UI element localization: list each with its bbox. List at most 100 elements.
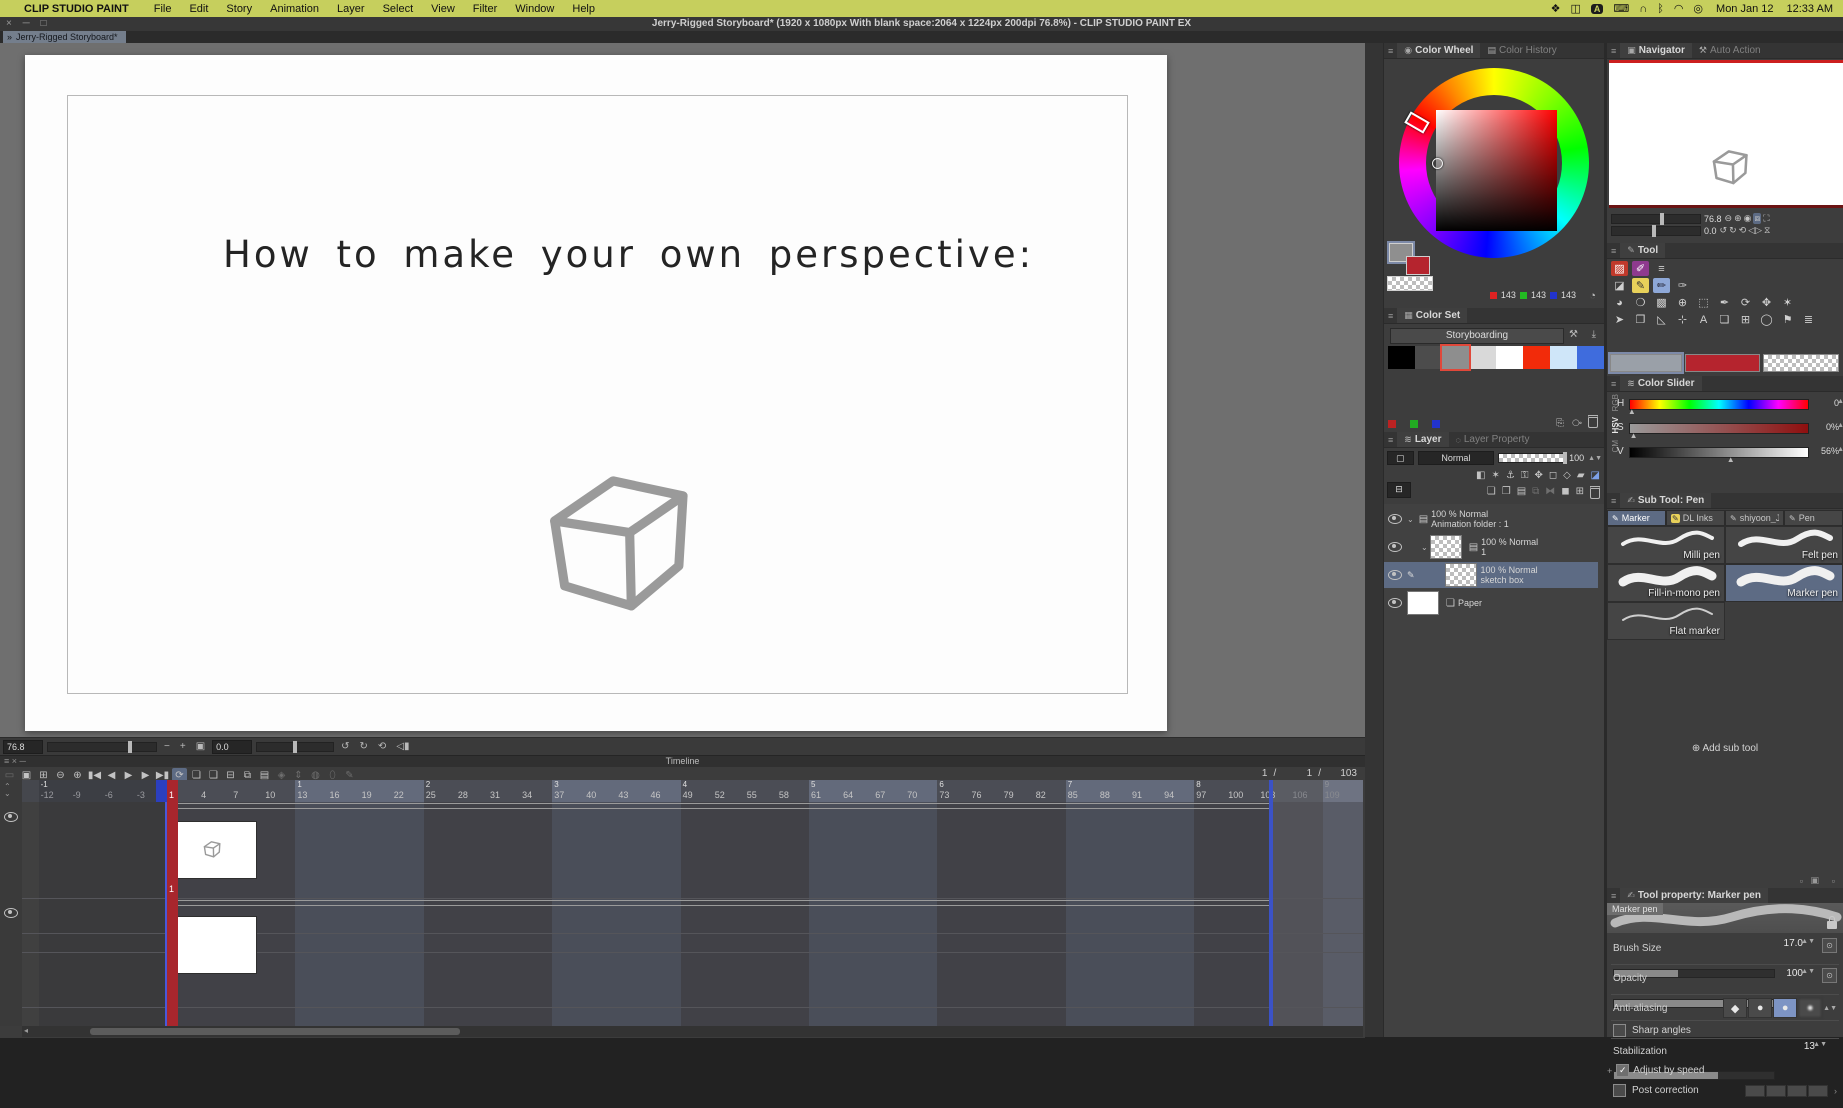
- tab-auto-action[interactable]: ⚒Auto Action: [1692, 43, 1768, 58]
- tool-eraser-icon[interactable]: ◪: [1611, 278, 1628, 293]
- color-set-preset-dropdown[interactable]: Storyboarding: [1390, 328, 1564, 344]
- color-set-edit-icon[interactable]: ⚒: [1569, 329, 1578, 340]
- app-menu-title[interactable]: CLIP STUDIO PAINT: [24, 3, 129, 15]
- delete-layer-icon[interactable]: [1590, 486, 1600, 499]
- fit-to-screen-button[interactable]: ▣: [193, 741, 208, 752]
- post-correction-checkbox[interactable]: [1613, 1084, 1626, 1097]
- slider-stepper[interactable]: ▲▼: [1837, 447, 1843, 452]
- tool-grid-icon[interactable]: ⊞: [1737, 312, 1754, 327]
- playhead[interactable]: [167, 802, 178, 1026]
- tool-menu-icon[interactable]: ≡: [1611, 246, 1616, 256]
- post-correction-expand-icon[interactable]: ›: [1834, 1086, 1837, 1096]
- slider-handle[interactable]: ▲: [1727, 455, 1735, 464]
- tool-flow-icon[interactable]: ⚑: [1779, 312, 1796, 327]
- create-mask-icon[interactable]: ◼: [1561, 486, 1569, 499]
- tool-blend-icon[interactable]: ❍: [1632, 295, 1649, 310]
- opacity-dynamics-icon[interactable]: ⊙: [1822, 968, 1837, 983]
- navigator-rotate-slider[interactable]: [1611, 226, 1701, 236]
- sub-tool-item-marker-pen[interactable]: Marker pen: [1725, 564, 1843, 602]
- rotate-right-button[interactable]: ↻: [357, 741, 371, 752]
- timeline-track-area[interactable]: 1: [22, 802, 1363, 1026]
- tool-speech-icon[interactable]: ◯: [1758, 312, 1775, 327]
- merge-layer-icon[interactable]: ⧓: [1545, 486, 1555, 499]
- layer-palette-color-icon[interactable]: ◪: [1591, 470, 1600, 481]
- tool-foreground-swatch[interactable]: [1610, 354, 1682, 372]
- layer-clip-icon[interactable]: ◻: [1549, 470, 1557, 481]
- tab-sub-tool[interactable]: ✍Sub Tool: Pen: [1620, 493, 1711, 508]
- animation-cel-thumbnail[interactable]: [167, 822, 256, 878]
- flip-view-button[interactable]: ◁▮: [393, 741, 412, 752]
- aa-middle-icon[interactable]: ●: [1773, 998, 1797, 1018]
- slider-value-s[interactable]: 0%: [1815, 422, 1839, 432]
- tool-pen-icon[interactable]: ✎: [1632, 278, 1649, 293]
- menu-item-filter[interactable]: Filter: [473, 3, 497, 15]
- scroll-left-arrow-icon[interactable]: ◂: [24, 1026, 28, 1035]
- navigator-zoom-slider[interactable]: [1611, 214, 1701, 224]
- layer-reference-icon[interactable]: ◇: [1563, 470, 1571, 481]
- aa-weak-icon[interactable]: ●: [1748, 998, 1772, 1018]
- stabilization-stepper[interactable]: ▲▼: [1813, 1042, 1827, 1047]
- tab-navigator[interactable]: ▣Navigator: [1620, 43, 1692, 58]
- color-swatch-2[interactable]: [1442, 346, 1469, 369]
- post-correction-segments[interactable]: [1745, 1085, 1828, 1097]
- slider-track-s[interactable]: [1629, 423, 1809, 434]
- fit-screen-icon[interactable]: ◉: [1744, 213, 1752, 224]
- background-color-swatch[interactable]: [1406, 256, 1430, 275]
- navigator-zoom-value[interactable]: 76.8: [1704, 214, 1722, 224]
- tool-eyedropper-icon[interactable]: ✒: [1716, 295, 1733, 310]
- tool-move-icon[interactable]: ✥: [1758, 295, 1775, 310]
- new-layer-dialog-icon[interactable]: ❐: [1502, 486, 1511, 499]
- tab-color-set[interactable]: ▦Color Set: [1397, 308, 1467, 323]
- track2-visibility-eye-icon[interactable]: [4, 908, 18, 918]
- menu-item-window[interactable]: Window: [515, 3, 554, 15]
- document-tab[interactable]: » Jerry-Rigged Storyboard*: [3, 31, 126, 43]
- zoom-out-button[interactable]: −: [161, 741, 173, 752]
- display-grid-icon[interactable]: ◫: [1571, 3, 1581, 15]
- tool-rotate-icon[interactable]: ⟳: [1737, 295, 1754, 310]
- tab-layer[interactable]: ≋Layer: [1397, 432, 1448, 447]
- tool-property-menu-icon[interactable]: ≡: [1611, 891, 1616, 901]
- tool-pencil-icon[interactable]: ✏: [1653, 278, 1670, 293]
- mini-swatch-1[interactable]: [1410, 420, 1418, 428]
- color-wheel-menu-icon[interactable]: ≡: [1388, 46, 1393, 56]
- layer-anchor-icon[interactable]: ⚓: [1506, 470, 1515, 481]
- siri-icon[interactable]: ◎: [1693, 3, 1703, 15]
- color-swatch-3[interactable]: [1469, 346, 1496, 369]
- rotate-left-button[interactable]: ↺: [338, 741, 352, 752]
- layer-visibility-eye-icon[interactable]: [1388, 542, 1402, 552]
- sub-tool-item-milli-pen[interactable]: Milli pen: [1607, 526, 1725, 564]
- tool-fill-icon[interactable]: ◕: [1611, 295, 1628, 310]
- transparent-color-swatch[interactable]: [1387, 276, 1433, 291]
- adjust-by-speed-checkbox[interactable]: ✓: [1616, 1064, 1629, 1077]
- sharp-angles-checkbox[interactable]: [1613, 1024, 1626, 1037]
- canvas-zoom-slider[interactable]: [47, 742, 157, 752]
- layer-visibility-eye-icon[interactable]: [1388, 598, 1402, 608]
- navigator-preview[interactable]: [1609, 60, 1843, 208]
- reset-view-button[interactable]: ⟲: [375, 741, 389, 752]
- slider-value-h[interactable]: 0: [1815, 398, 1839, 408]
- canvas-page[interactable]: How to make your own perspective:: [25, 55, 1167, 731]
- sketch-cel-thumbnail[interactable]: [167, 917, 256, 973]
- slider-handle[interactable]: ▲: [1630, 431, 1638, 440]
- menu-item-edit[interactable]: Edit: [189, 3, 208, 15]
- canvas-rotate-field[interactable]: 0.0: [212, 740, 252, 754]
- canvas-rotate-slider[interactable]: [256, 742, 334, 752]
- tool-object-icon[interactable]: ⊹: [1674, 312, 1691, 327]
- color-swatch-6[interactable]: [1550, 346, 1577, 369]
- layer-search-button[interactable]: ⊟: [1387, 482, 1411, 498]
- menu-item-story[interactable]: Story: [226, 3, 252, 15]
- canvas-zoom-field[interactable]: 76.8: [3, 740, 43, 754]
- input-source-icon[interactable]: A: [1591, 4, 1604, 14]
- tool-background-swatch[interactable]: [1685, 354, 1760, 372]
- fit-window-icon[interactable]: ⧈: [1753, 213, 1761, 224]
- sub-tool-tab-shiyoon-j[interactable]: ✎shiyoon_J: [1725, 510, 1784, 526]
- layer-draft-icon[interactable]: ▰: [1577, 470, 1585, 481]
- tool-ruler-icon[interactable]: ◺: [1653, 312, 1670, 327]
- tool-marker-icon[interactable]: ✐: [1632, 261, 1649, 276]
- color-mode-toggle-icon[interactable]: ◔: [1589, 290, 1596, 302]
- sub-tool-tab-marker[interactable]: ✎Marker: [1607, 510, 1666, 526]
- navigator-menu-icon[interactable]: ≡: [1611, 46, 1616, 56]
- color-swatch-4[interactable]: [1496, 346, 1523, 369]
- color-swatch-1[interactable]: [1415, 346, 1442, 369]
- layer-light-table-icon[interactable]: ✶: [1491, 470, 1499, 481]
